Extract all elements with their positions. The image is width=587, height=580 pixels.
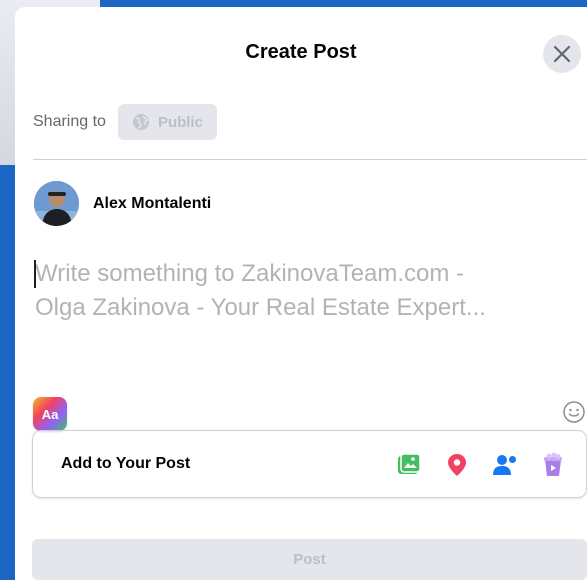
add-to-post-label: Add to Your Post — [61, 455, 191, 472]
sharing-label: Sharing to — [33, 113, 106, 130]
placeholder-line-1: Write something to ZakinovaTeam.com - — [35, 260, 465, 287]
gif-icon — [544, 452, 562, 476]
photo-video-button[interactable] — [395, 451, 423, 479]
close-button[interactable] — [543, 35, 581, 73]
photo-video-icon — [398, 453, 421, 474]
globe-icon — [132, 114, 149, 130]
post-button-label: Post — [293, 551, 326, 568]
post-text-input[interactable]: Write something to ZakinovaTeam.com - Ol… — [34, 257, 574, 325]
author-row: Alex Montalenti — [34, 181, 211, 226]
author-name: Alex Montalenti — [93, 194, 212, 212]
add-to-post-icons — [395, 451, 567, 479]
tag-people-icon — [493, 455, 516, 475]
close-icon — [553, 45, 571, 63]
smiley-icon — [563, 401, 585, 423]
emoji-button[interactable] — [562, 400, 587, 426]
audience-label: Public — [157, 113, 203, 131]
text-caret — [34, 260, 36, 288]
text-format-label: Aa — [41, 406, 59, 422]
text-background-button[interactable]: Aa — [33, 397, 67, 431]
avatar — [34, 181, 79, 226]
add-to-post-panel: Add to Your Post — [32, 430, 587, 498]
sharing-row: Sharing to Public — [33, 104, 217, 140]
post-button[interactable]: Post — [32, 539, 587, 580]
header-divider — [33, 159, 587, 160]
placeholder-line-2: Olga Zakinova - Your Real Estate Expert.… — [35, 294, 486, 321]
dialog-header: Create Post — [15, 7, 587, 103]
audience-selector[interactable]: Public — [117, 104, 217, 140]
gif-button[interactable] — [539, 451, 567, 479]
create-post-dialog: Create Post Sharing to Public Alex Monta… — [15, 7, 587, 580]
location-pin-icon — [448, 454, 466, 476]
tag-people-button[interactable] — [491, 451, 519, 479]
check-in-button[interactable] — [443, 451, 471, 479]
dialog-title: Create Post — [245, 41, 357, 63]
